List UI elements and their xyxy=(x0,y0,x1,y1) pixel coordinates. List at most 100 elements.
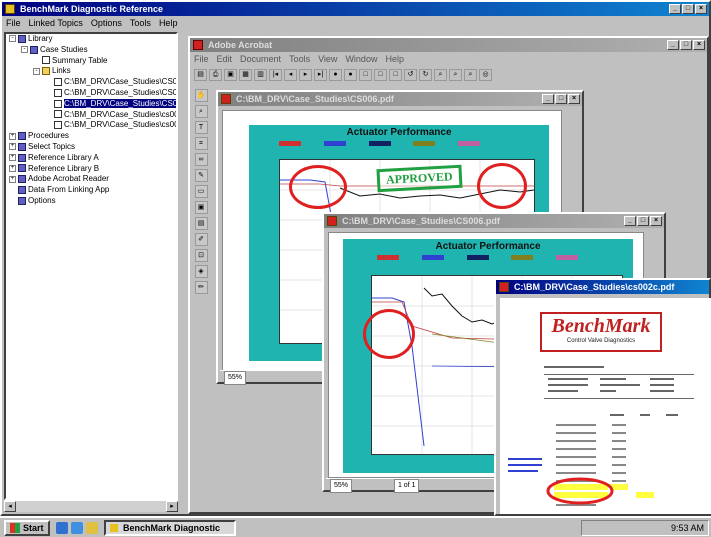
expand-icon[interactable]: + xyxy=(9,132,16,140)
find-icon[interactable]: ⌕ xyxy=(434,69,447,81)
pdf1-close-button[interactable]: × xyxy=(568,94,580,104)
acrobat-menu-document[interactable]: Document xyxy=(240,52,281,66)
zoom-tool-icon[interactable]: ⌕ xyxy=(194,105,208,118)
expand-icon[interactable]: + xyxy=(9,175,16,183)
bookmarks-icon[interactable]: ▦ xyxy=(239,69,252,81)
search-icon[interactable]: ⌕ xyxy=(449,69,462,81)
acrobat-title-bar[interactable]: Adobe Acrobat _ □ × xyxy=(190,38,707,52)
rotate-left-icon[interactable]: ↺ xyxy=(404,69,417,81)
acrobat-maximize-button[interactable]: □ xyxy=(680,40,692,50)
page-indicator[interactable]: 1 of 1 xyxy=(393,479,420,493)
pdf2-maximize-button[interactable]: □ xyxy=(637,216,649,226)
maximize-button[interactable]: □ xyxy=(682,4,694,14)
tree-item[interactable]: C:\BM_DRV\Case_Studies\CS006 xyxy=(6,77,176,88)
menu-options[interactable]: Options xyxy=(91,16,122,30)
tree-item[interactable]: + Procedures xyxy=(6,131,176,142)
search-results-icon[interactable]: ⌕ xyxy=(464,69,477,81)
tree-item[interactable]: Data From Linking App xyxy=(6,185,176,196)
acrobat-close-button[interactable]: × xyxy=(693,40,705,50)
movie-tool-icon[interactable]: ▤ xyxy=(194,217,208,230)
last-page-icon[interactable]: ▸| xyxy=(314,69,327,81)
next-page-icon[interactable]: ▸ xyxy=(299,69,312,81)
pdf2-close-button[interactable]: × xyxy=(650,216,662,226)
article-tool-icon[interactable]: ▭ xyxy=(194,185,208,198)
rotate-right-icon[interactable]: ↻ xyxy=(419,69,432,81)
prev-page-icon[interactable]: ◂ xyxy=(284,69,297,81)
pencil-tool-icon[interactable]: ✏ xyxy=(194,281,208,294)
acrobat-minimize-button[interactable]: _ xyxy=(667,40,679,50)
hand-tool-icon[interactable]: ✋ xyxy=(194,89,208,102)
zoom-level[interactable]: 55% xyxy=(330,479,353,493)
print-icon[interactable]: ⎙ xyxy=(209,69,222,81)
clock[interactable]: 9:53 AM xyxy=(671,523,704,533)
tree-item[interactable]: C:\BM_DRV\Case_Studies\CS006 xyxy=(6,98,176,110)
tree-item[interactable]: C:\BM_DRV\Case_Studies\cs002c xyxy=(6,110,176,121)
form-tool-icon[interactable]: ▣ xyxy=(194,201,208,214)
tree-item[interactable]: + Reference Library B xyxy=(6,164,176,175)
pdf-window-3-title-bar[interactable]: C:\BM_DRV\Case_Studies\cs002c.pdf xyxy=(496,280,709,294)
tree-item[interactable]: Options xyxy=(6,196,176,207)
taskbar-app-benchmark[interactable]: BenchMark Diagnostic xyxy=(103,519,236,536)
thumbnails-icon[interactable]: ▥ xyxy=(254,69,267,81)
collapse-icon[interactable]: - xyxy=(33,67,40,75)
tree-item[interactable]: + Adobe Acrobat Reader xyxy=(6,174,176,185)
open-icon[interactable]: ▤ xyxy=(194,69,207,81)
stamp-tool-icon[interactable]: ◈ xyxy=(194,265,208,278)
collapse-icon[interactable]: - xyxy=(21,46,28,54)
web-link-icon[interactable]: ◎ xyxy=(479,69,492,81)
pdf-window-1-title-bar[interactable]: C:\BM_DRV\Case_Studies\CS006.pdf _ □ × xyxy=(218,92,582,106)
tree-item[interactable]: C:\BM_DRV\Case_Studies\CS006 xyxy=(6,88,176,99)
note-tool-icon[interactable]: ✎ xyxy=(194,169,208,182)
save-icon[interactable]: ▣ xyxy=(224,69,237,81)
fit-page-icon[interactable]: □ xyxy=(374,69,387,81)
text-select-icon[interactable]: T xyxy=(194,121,208,134)
library-tree[interactable]: - Library - Case Studies Summary Table - Links… xyxy=(4,32,178,500)
collapse-icon[interactable]: - xyxy=(9,35,16,43)
close-button[interactable]: × xyxy=(695,4,707,14)
pdf-page-3[interactable]: BenchMark Control Valve Diagnostics xyxy=(500,298,711,514)
acrobat-menu-window[interactable]: Window xyxy=(345,52,377,66)
pdf2-minimize-button[interactable]: _ xyxy=(624,216,636,226)
menu-file[interactable]: File xyxy=(6,16,21,30)
go-back-icon[interactable]: ● xyxy=(329,69,342,81)
actual-size-icon[interactable]: □ xyxy=(359,69,372,81)
minimize-button[interactable]: _ xyxy=(669,4,681,14)
main-title-bar[interactable]: BenchMark Diagnostic Reference _ □ × xyxy=(2,2,709,16)
pdf1-maximize-button[interactable]: □ xyxy=(555,94,567,104)
zoom-level[interactable]: 55% xyxy=(224,371,247,385)
link-tool-icon[interactable]: ∞ xyxy=(194,153,208,166)
acrobat-menu-file[interactable]: File xyxy=(194,52,209,66)
scroll-right-arrow[interactable]: ▸ xyxy=(166,501,178,512)
graphics-select-icon[interactable]: ⊡ xyxy=(194,249,208,262)
menu-help[interactable]: Help xyxy=(159,16,178,30)
tree-item[interactable]: - Library xyxy=(6,34,176,45)
expand-icon[interactable]: + xyxy=(9,164,16,172)
tree-item[interactable]: C:\BM_DRV\Case_Studies\cs002c xyxy=(6,120,176,131)
scroll-left-arrow[interactable]: ◂ xyxy=(4,501,16,512)
acrobat-menu-help[interactable]: Help xyxy=(385,52,404,66)
expand-icon[interactable]: + xyxy=(9,143,16,151)
tree-item[interactable]: + Reference Library A xyxy=(6,153,176,164)
acrobat-menu-edit[interactable]: Edit xyxy=(217,52,233,66)
ie-icon[interactable] xyxy=(55,521,68,534)
tree-item[interactable]: + Select Topics xyxy=(6,142,176,153)
first-page-icon[interactable]: |◂ xyxy=(269,69,282,81)
touchup-tool-icon[interactable]: ✐ xyxy=(194,233,208,246)
desktop-icon[interactable] xyxy=(70,521,83,534)
pdf-window-2-title-bar[interactable]: C:\BM_DRV\Case_Studies\CS006.pdf _ □ × xyxy=(324,214,664,228)
acrobat-menu-tools[interactable]: Tools xyxy=(289,52,310,66)
tree-item[interactable]: - Links xyxy=(6,66,176,77)
pdf1-minimize-button[interactable]: _ xyxy=(542,94,554,104)
tree-item[interactable]: Summary Table xyxy=(6,56,176,67)
tree-item[interactable]: - Case Studies xyxy=(6,45,176,56)
crop-tool-icon[interactable]: ⌗ xyxy=(194,137,208,150)
tree-horizontal-scrollbar[interactable]: ◂ ▸ xyxy=(4,500,178,512)
outlook-icon[interactable] xyxy=(85,521,98,534)
go-forward-icon[interactable]: ● xyxy=(344,69,357,81)
start-button[interactable]: Start xyxy=(4,519,50,536)
fit-width-icon[interactable]: □ xyxy=(389,69,402,81)
menu-tools[interactable]: Tools xyxy=(130,16,151,30)
menu-linked-topics[interactable]: Linked Topics xyxy=(29,16,83,30)
acrobat-menu-view[interactable]: View xyxy=(318,52,337,66)
expand-icon[interactable]: + xyxy=(9,154,16,162)
